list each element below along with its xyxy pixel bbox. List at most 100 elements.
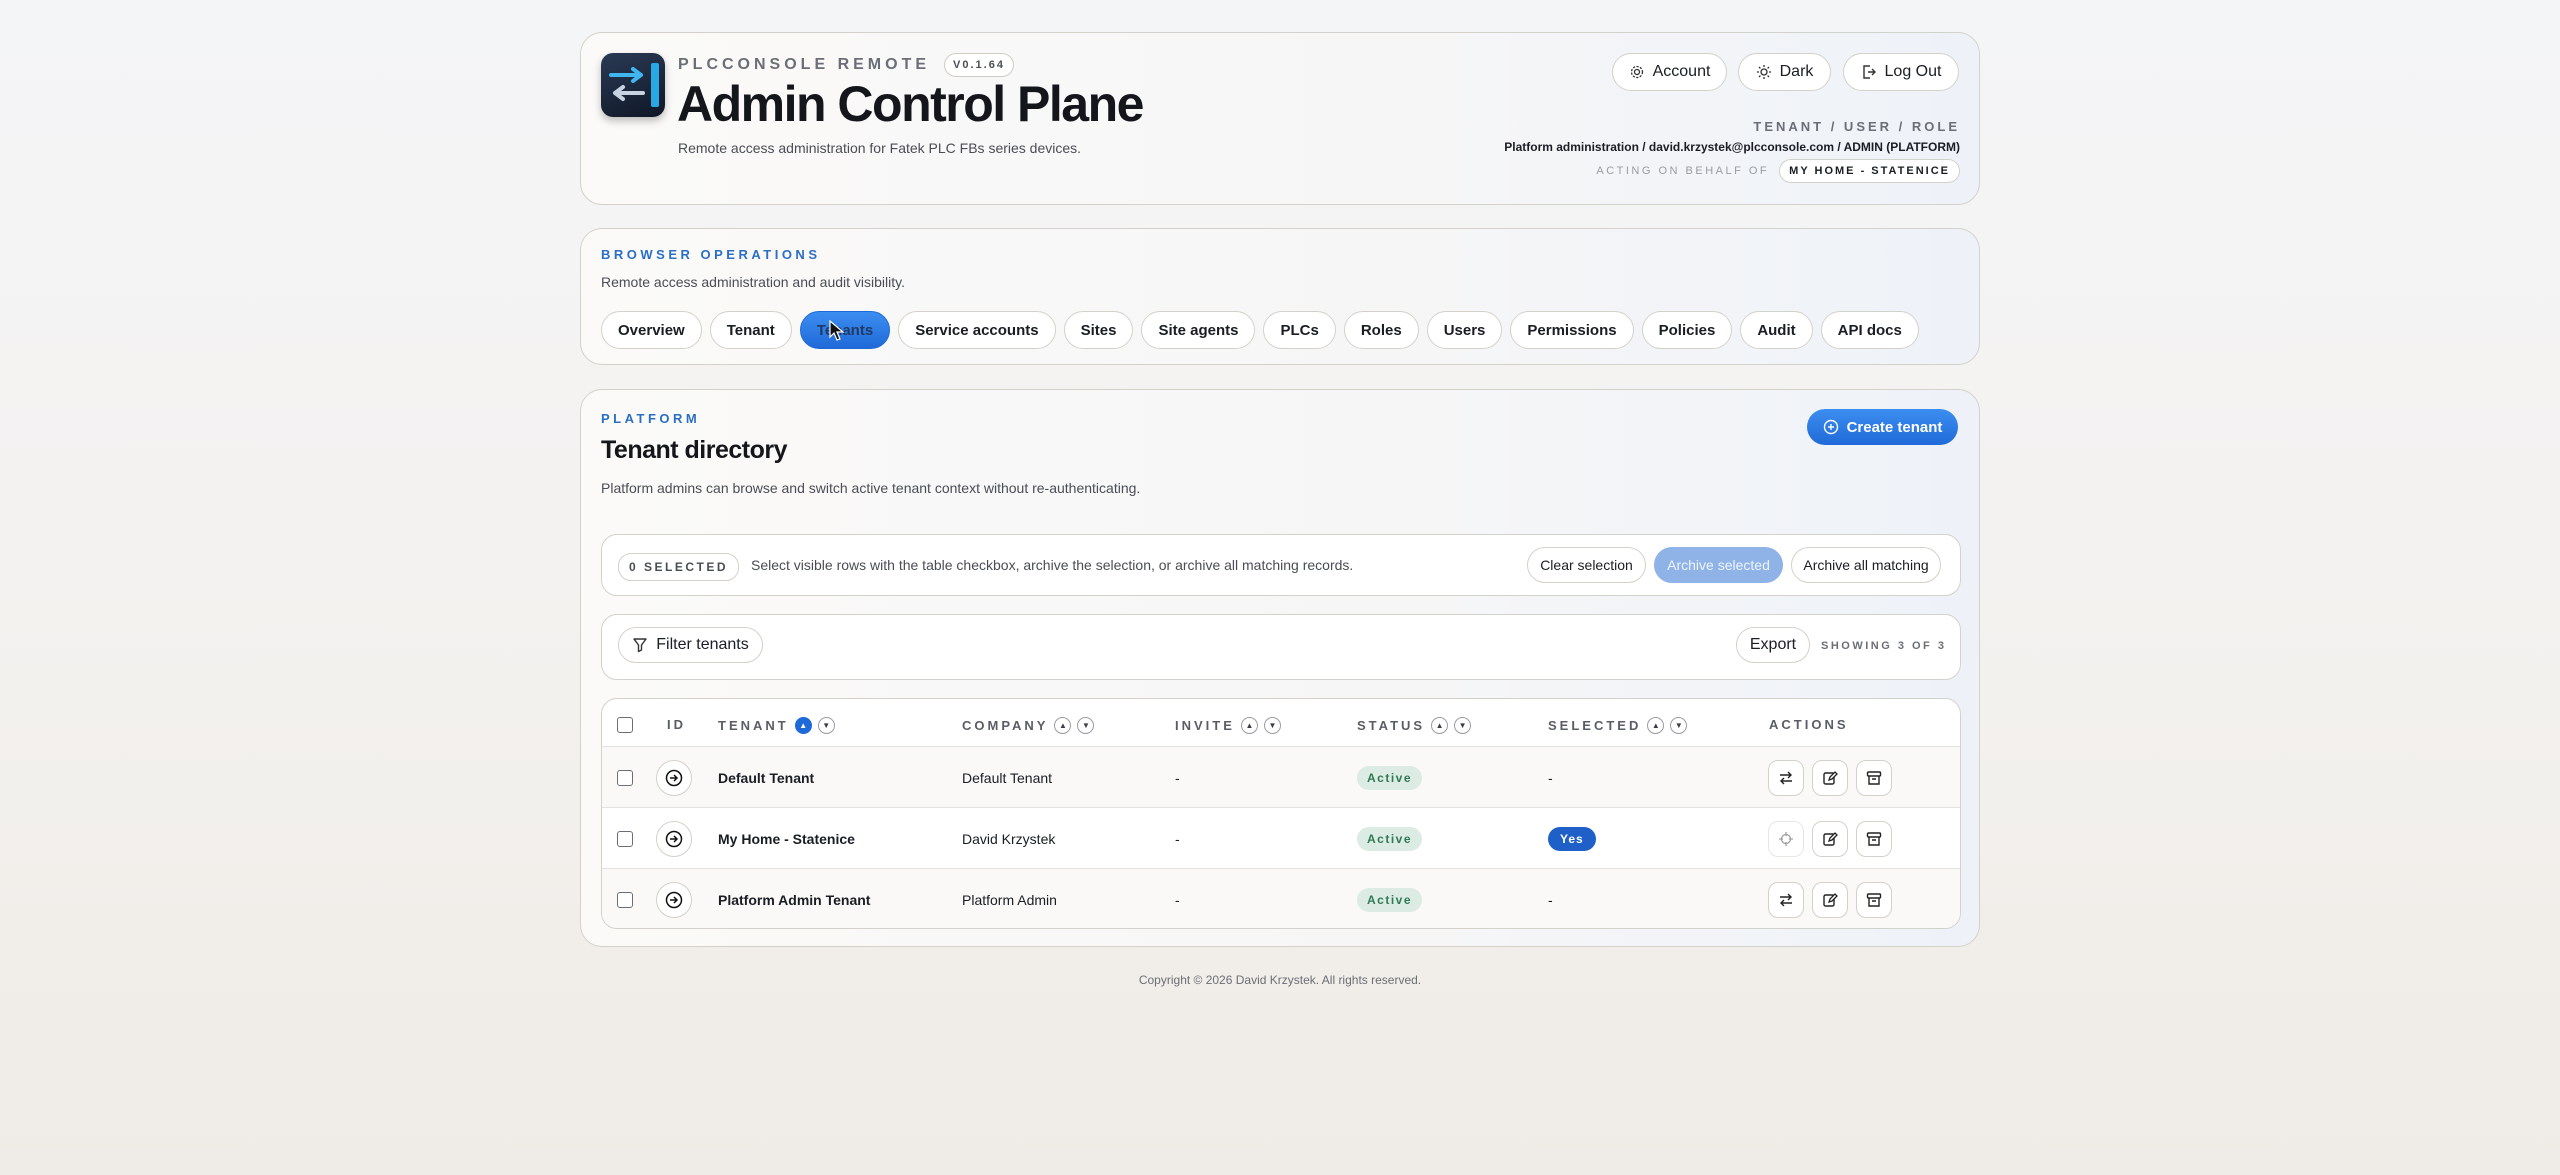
tab-overview[interactable]: Overview	[601, 311, 702, 349]
archive-all-matching-button[interactable]: Archive all matching	[1791, 547, 1941, 583]
sort-ascending-icon[interactable]: ▲	[1431, 717, 1449, 734]
arrow-right-circle-icon	[665, 769, 683, 786]
tab-service-accounts[interactable]: Service accounts	[898, 311, 1056, 349]
column-label-actions: ACTIONS	[1769, 717, 1849, 732]
company-name: David Krzystek	[962, 830, 1056, 847]
archive-tenant-button[interactable]	[1856, 759, 1892, 796]
archive-selected-button[interactable]: Archive selected	[1654, 547, 1783, 583]
app-name: PLCCONSOLE REMOTE	[678, 56, 931, 73]
header-panel: PLCCONSOLE REMOTE V0.1.64 Admin Control …	[580, 32, 1980, 205]
column-label-company: COMPANY	[962, 718, 1049, 733]
version-badge: V0.1.64	[944, 53, 1014, 77]
archive-icon	[1866, 831, 1882, 846]
create-tenant-button[interactable]: Create tenant	[1807, 409, 1958, 445]
logout-label: Log Out	[1884, 63, 1942, 80]
sort-ascending-icon[interactable]: ▲	[1647, 717, 1665, 734]
section-title: Tenant directory	[601, 436, 788, 464]
filter-bar: Filter tenants Export SHOWING 3 OF 3	[601, 614, 1961, 680]
filter-tenants-button[interactable]: Filter tenants	[618, 627, 763, 663]
export-button[interactable]: Export	[1736, 627, 1810, 663]
account-button[interactable]: Account	[1612, 53, 1727, 91]
switch-tenant-button[interactable]	[1768, 881, 1804, 918]
selection-bar: 0 SELECTED Select visible rows with the …	[601, 534, 1961, 596]
column-label-invite: INVITE	[1175, 718, 1235, 733]
sort-ascending-icon[interactable]: ▲	[794, 717, 812, 734]
column-header-status[interactable]: STATUS ▲ ▼	[1357, 717, 1472, 734]
footer-copyright: Copyright © 2026 David Krzystek. All rig…	[1138, 973, 1422, 987]
sort-descending-icon[interactable]: ▼	[1454, 717, 1472, 734]
nav-tabs: Overview Tenant Tenants Service accounts…	[601, 311, 1919, 349]
sort-descending-icon[interactable]: ▼	[1263, 717, 1281, 734]
tenant-name[interactable]: Default Tenant	[718, 747, 814, 808]
invite-value: -	[1175, 891, 1180, 908]
edit-tenant-button[interactable]	[1812, 820, 1848, 857]
column-label-selected: SELECTED	[1548, 718, 1642, 733]
account-label: Account	[1652, 63, 1711, 80]
column-label-tenant: TENANT	[718, 718, 789, 733]
edit-icon	[1823, 831, 1838, 846]
tab-audit[interactable]: Audit	[1740, 311, 1813, 349]
edit-tenant-button[interactable]	[1812, 759, 1848, 796]
open-tenant-button[interactable]	[656, 820, 692, 857]
column-header-actions: ACTIONS	[1769, 717, 1849, 732]
mouse-cursor-icon	[829, 320, 845, 341]
column-header-company[interactable]: COMPANY ▲ ▼	[962, 717, 1095, 734]
select-all-checkbox[interactable]	[617, 717, 633, 733]
clear-selection-button[interactable]: Clear selection	[1527, 547, 1646, 583]
open-tenant-button[interactable]	[656, 759, 692, 796]
crosshair-icon	[1779, 831, 1793, 846]
sort-ascending-icon[interactable]: ▲	[1054, 717, 1072, 734]
selected-count-badge: 0 SELECTED	[618, 553, 740, 581]
sort-descending-icon[interactable]: ▼	[1077, 717, 1095, 734]
selected-value: -	[1548, 891, 1553, 908]
tab-users[interactable]: Users	[1426, 311, 1503, 349]
column-header-id: ID	[667, 717, 686, 732]
operations-eyebrow: BROWSER OPERATIONS	[601, 247, 821, 262]
current-tenant-indicator	[1768, 820, 1804, 857]
edit-icon	[1823, 892, 1838, 907]
arrow-right-circle-icon	[665, 891, 683, 908]
row-checkbox[interactable]	[617, 891, 633, 908]
column-label-status: STATUS	[1357, 718, 1426, 733]
company-name: Platform Admin	[962, 891, 1057, 908]
tab-plcs[interactable]: PLCs	[1263, 311, 1336, 349]
tab-api-docs[interactable]: API docs	[1820, 311, 1919, 349]
tab-permissions[interactable]: Permissions	[1510, 311, 1634, 349]
edit-tenant-button[interactable]	[1812, 881, 1848, 918]
column-header-invite[interactable]: INVITE ▲ ▼	[1175, 717, 1281, 734]
app-logo-icon	[601, 53, 665, 117]
tenant-name[interactable]: My Home - Statenice	[718, 808, 855, 869]
sort-ascending-icon[interactable]: ▲	[1240, 717, 1258, 734]
table-row: Default Tenant Default Tenant - Active -	[602, 746, 1960, 807]
switch-tenant-button[interactable]	[1768, 759, 1804, 796]
open-tenant-button[interactable]	[656, 881, 692, 918]
tab-tenant[interactable]: Tenant	[709, 311, 792, 349]
archive-tenant-button[interactable]	[1856, 820, 1892, 857]
switch-arrows-icon	[1780, 893, 1792, 906]
arrow-right-circle-icon	[665, 830, 683, 847]
tab-roles[interactable]: Roles	[1343, 311, 1419, 349]
archive-tenant-button[interactable]	[1856, 881, 1892, 918]
tab-site-agents[interactable]: Site agents	[1141, 311, 1256, 349]
filter-label: Filter tenants	[656, 636, 749, 653]
tenant-name[interactable]: Platform Admin Tenant	[718, 869, 870, 928]
page-title: Admin Control Plane	[677, 76, 1144, 132]
logout-icon	[1862, 65, 1876, 79]
tab-sites[interactable]: Sites	[1063, 311, 1134, 349]
edit-icon	[1823, 770, 1838, 785]
column-header-tenant[interactable]: TENANT ▲ ▼	[718, 717, 835, 734]
dark-mode-button[interactable]: Dark	[1738, 53, 1831, 91]
context-meta-label: TENANT / USER / ROLE	[1753, 119, 1960, 134]
sort-descending-icon[interactable]: ▼	[817, 717, 835, 734]
selected-badge: Yes	[1548, 826, 1596, 851]
switch-arrows-icon	[1780, 771, 1792, 784]
row-checkbox[interactable]	[617, 830, 633, 847]
column-header-selected[interactable]: SELECTED ▲ ▼	[1548, 717, 1688, 734]
logout-button[interactable]: Log Out	[1843, 53, 1959, 91]
row-checkbox[interactable]	[617, 769, 633, 786]
company-name: Default Tenant	[962, 769, 1053, 786]
tab-policies[interactable]: Policies	[1641, 311, 1733, 349]
selection-hint: Select visible rows with the table check…	[751, 557, 1354, 573]
acting-label: ACTING ON BEHALF OF	[1596, 165, 1770, 177]
sort-descending-icon[interactable]: ▼	[1670, 717, 1688, 734]
